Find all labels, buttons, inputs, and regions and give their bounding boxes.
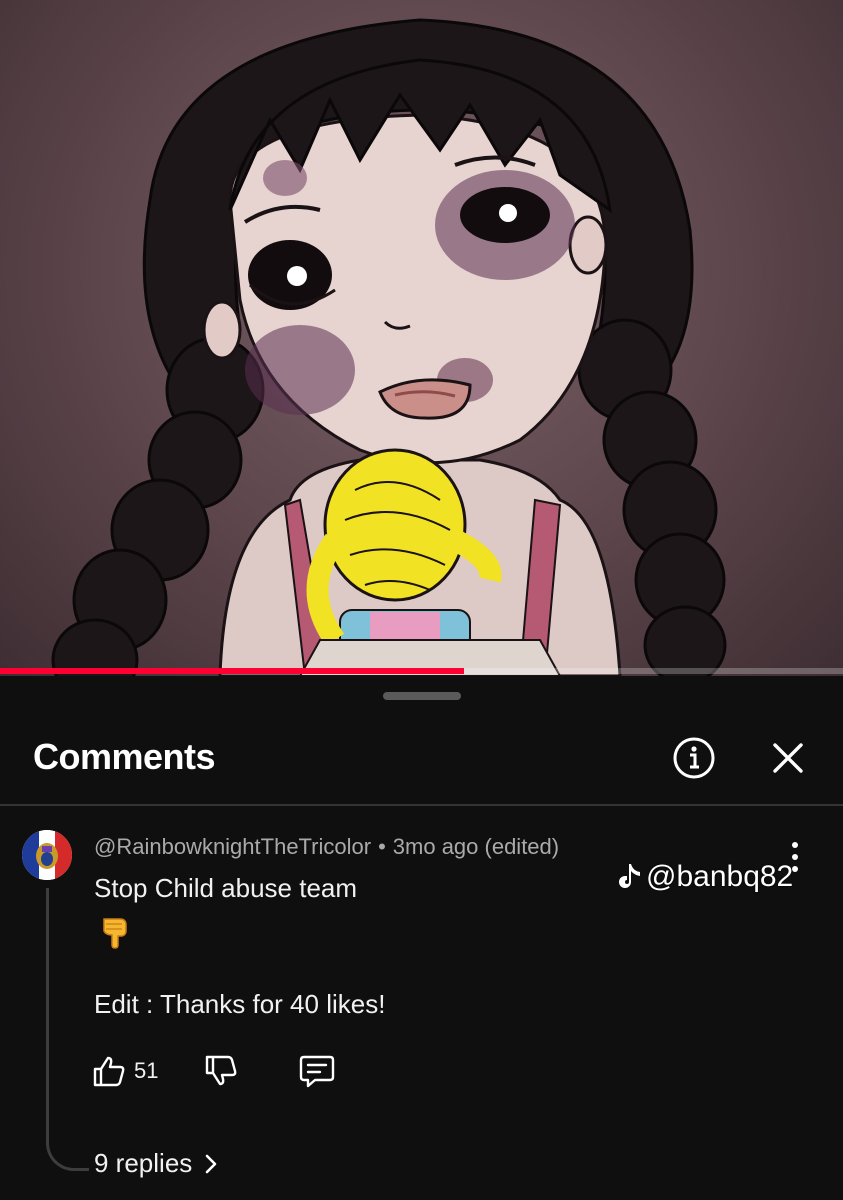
drag-handle[interactable] [383, 692, 461, 700]
thumbs-up-icon [93, 1056, 125, 1087]
comment-author[interactable]: @RainbowknightTheTricolor [94, 834, 371, 859]
video-progress-fill [0, 668, 464, 674]
pointing-down-emoji [100, 915, 130, 949]
comment-text: Stop Child abuse team [94, 873, 358, 903]
video-frame-illustration [51, 18, 727, 676]
dislike-button[interactable] [204, 1054, 238, 1088]
app-screen: Comments @RainbowknightTheTricolor • 3mo… [0, 0, 843, 1200]
comment-edit-text: Edit : Thanks for 40 likes! [94, 989, 386, 1019]
like-button[interactable] [92, 1054, 126, 1088]
reply-comment-icon [299, 1055, 335, 1088]
meta-separator: • [378, 834, 386, 859]
comments-title: Comments [33, 736, 216, 777]
comments-sheet: Comments @RainbowknightTheTricolor • 3mo… [0, 676, 843, 1200]
close-icon [773, 743, 803, 773]
replies-label: 9 replies [94, 1148, 193, 1178]
tiktok-watermark: @banbq82 [616, 860, 793, 894]
tiktok-note-icon [619, 864, 640, 888]
header-divider [0, 804, 843, 806]
reply-thread-line [46, 888, 89, 1171]
view-replies-link[interactable]: 9 replies [94, 1148, 218, 1179]
chevron-right-icon [205, 1154, 217, 1173]
reply-button[interactable] [298, 1054, 336, 1088]
tricolor-coat-of-arms-avatar [22, 830, 72, 880]
thumbs-down-icon [205, 1055, 237, 1086]
watermark-text: @banbq82 [646, 860, 794, 893]
like-count: 51 [134, 1058, 159, 1083]
avatar[interactable] [22, 830, 72, 880]
close-button[interactable] [766, 736, 810, 780]
info-button[interactable] [672, 736, 716, 780]
video-player[interactable] [0, 0, 843, 676]
comment-meta: @RainbowknightTheTricolor • 3mo ago (edite… [94, 834, 559, 860]
info-circle-icon [673, 737, 715, 779]
comment-timestamp: 3mo ago (edited) [392, 834, 560, 859]
pointing-down-icon [103, 918, 127, 949]
video-progress-bar[interactable] [0, 668, 843, 674]
